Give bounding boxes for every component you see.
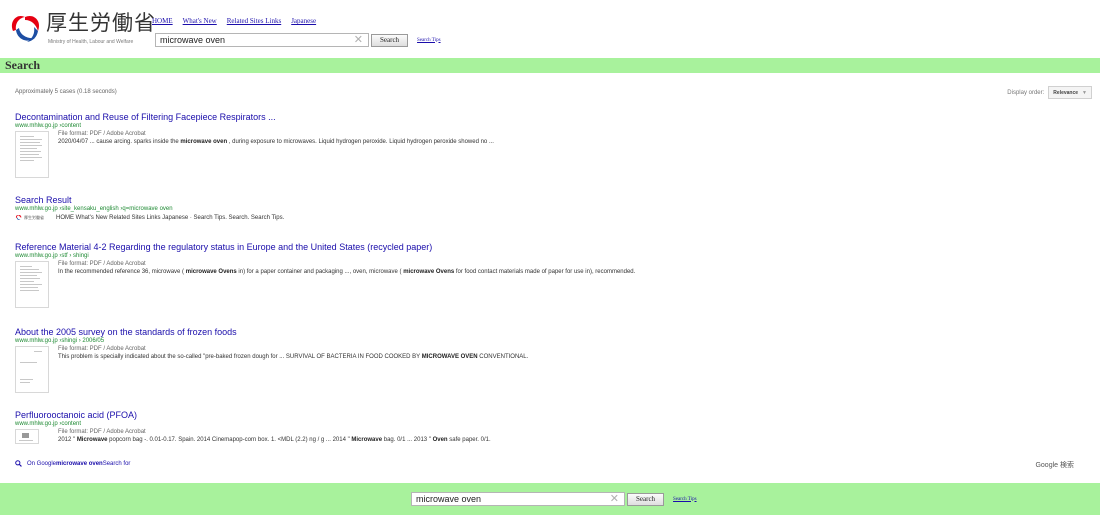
mhlw-logo-icon — [15, 215, 22, 220]
search-button[interactable]: Search — [371, 33, 409, 47]
result-title-link[interactable]: Perfluorooctanoic acid (PFOA) — [15, 410, 1075, 421]
footer-search-input[interactable] — [412, 493, 624, 505]
result-title-link[interactable]: Decontamination and Reuse of Filtering F… — [15, 112, 1075, 123]
result-url[interactable]: www.mhlw.go.jp ›content — [15, 123, 1075, 130]
search-box: ✕ — [411, 492, 625, 506]
search-icon — [15, 460, 22, 467]
search-result: About the 2005 survey on the standards o… — [15, 327, 1075, 393]
brand-name-en: Ministry of Health, Labour and Welfare — [48, 39, 134, 45]
search-box: ✕ — [155, 33, 369, 47]
title-bar: Search — [0, 58, 1100, 73]
favicon-brand: 厚生労働省 — [24, 214, 44, 220]
result-text: File format: PDF / Adobe Acrobat 2012 " … — [58, 429, 1075, 445]
result-text: File format: PDF / Adobe Acrobat In the … — [58, 261, 1075, 277]
search-result: Perfluorooctanoic acid (PFOA) www.mhlw.g… — [15, 410, 1075, 445]
footer-search: ✕ Search Search Tips — [411, 492, 697, 506]
site-favicon: 厚生労働省 — [15, 214, 44, 221]
file-format: File format: PDF / Adobe Acrobat — [58, 429, 146, 435]
pdf-thumbnail[interactable] — [15, 346, 49, 393]
result-body: File format: PDF / Adobe Acrobat 2012 " … — [15, 429, 1075, 445]
nav-whats-new[interactable]: What's New — [183, 17, 217, 25]
file-format: File format: PDF / Adobe Acrobat — [58, 131, 146, 137]
google-search-brand: Google 検索 — [1035, 462, 1074, 469]
result-url[interactable]: www.mhlw.go.jp ›shingi › 2006/05 — [15, 338, 1075, 345]
pdf-thumbnail[interactable] — [15, 429, 39, 444]
result-title-link[interactable]: Search Result — [15, 195, 1075, 206]
search-on-google-link[interactable]: On Googlemicrowave ovenSearch for — [15, 460, 130, 467]
footer-search-tips-link[interactable]: Search Tips — [673, 497, 696, 502]
search-result: Decontamination and Reuse of Filtering F… — [15, 112, 1075, 178]
result-title-link[interactable]: About the 2005 survey on the standards o… — [15, 327, 1075, 338]
result-stats: Approximately 5 cases (0.18 seconds) — [15, 89, 117, 95]
sort-select[interactable]: Relevance ▼ — [1048, 86, 1092, 99]
header-search: ✕ Search Search Tips — [155, 33, 441, 47]
result-snippet: 2020/04/07 ... cause arcing. sparks insi… — [58, 139, 494, 145]
search-result: Reference Material 4-2 Regarding the reg… — [15, 242, 1075, 308]
result-text: File format: PDF / Adobe Acrobat This pr… — [58, 346, 1075, 362]
mhlw-logo-icon — [11, 15, 40, 42]
sort-value: Relevance — [1053, 89, 1079, 96]
close-icon[interactable]: ✕ — [610, 493, 619, 505]
brand-name-jp: 厚生労働省 — [46, 11, 156, 35]
result-snippet: HOME What's New Related Sites Links Japa… — [56, 215, 285, 221]
result-url[interactable]: www.mhlw.go.jp ›content — [15, 421, 1075, 428]
on-google-text: On Googlemicrowave ovenSearch for — [27, 460, 131, 467]
result-text: File format: PDF / Adobe Acrobat 2020/04… — [58, 131, 1075, 147]
nav-japanese[interactable]: Japanese — [291, 17, 316, 25]
top-nav: HOME What's New Related Sites Links Japa… — [152, 17, 316, 25]
result-body: File format: PDF / Adobe Acrobat This pr… — [15, 346, 1075, 393]
result-snippet: This problem is specially indicated abou… — [58, 354, 529, 360]
page-title: Search — [5, 58, 41, 72]
sort-control: Display order: Relevance ▼ — [1007, 86, 1092, 99]
file-format: File format: PDF / Adobe Acrobat — [58, 346, 146, 352]
result-url[interactable]: www.mhlw.go.jp ›site_kensaku_english ›q=… — [15, 206, 1075, 213]
sort-label: Display order: — [1007, 89, 1045, 96]
footer-bar: ✕ Search Search Tips — [0, 483, 1100, 515]
nav-home[interactable]: HOME — [152, 17, 173, 25]
search-input[interactable] — [156, 34, 368, 46]
result-url[interactable]: www.mhlw.go.jp ›stf › shingi — [15, 253, 1075, 260]
result-body: File format: PDF / Adobe Acrobat 2020/04… — [15, 131, 1075, 178]
chevron-down-icon: ▼ — [1082, 89, 1087, 96]
close-icon[interactable]: ✕ — [354, 34, 363, 46]
site-header: 厚生労働省 Ministry of Health, Labour and Wel… — [0, 0, 1100, 57]
pdf-thumbnail[interactable] — [15, 131, 49, 178]
file-format: File format: PDF / Adobe Acrobat — [58, 261, 146, 267]
result-snippet: 2012 " Microwave popcorn bag -. 0.01-0.1… — [58, 437, 491, 443]
nav-related-sites[interactable]: Related Sites Links — [227, 17, 281, 25]
pdf-thumbnail[interactable] — [15, 261, 49, 308]
result-body: File format: PDF / Adobe Acrobat In the … — [15, 261, 1075, 308]
search-result: Search Result www.mhlw.go.jp ›site_kensa… — [15, 195, 1075, 224]
result-body: 厚生労働省 HOME What's New Related Sites Link… — [15, 214, 1075, 224]
result-title-link[interactable]: Reference Material 4-2 Regarding the reg… — [15, 242, 1075, 253]
site-logo[interactable]: 厚生労働省 Ministry of Health, Labour and Wel… — [7, 8, 157, 48]
result-snippet: In the recommended reference 36, microwa… — [58, 269, 636, 275]
search-tips-link[interactable]: Search Tips — [417, 38, 440, 43]
footer-search-button[interactable]: Search — [627, 492, 665, 506]
